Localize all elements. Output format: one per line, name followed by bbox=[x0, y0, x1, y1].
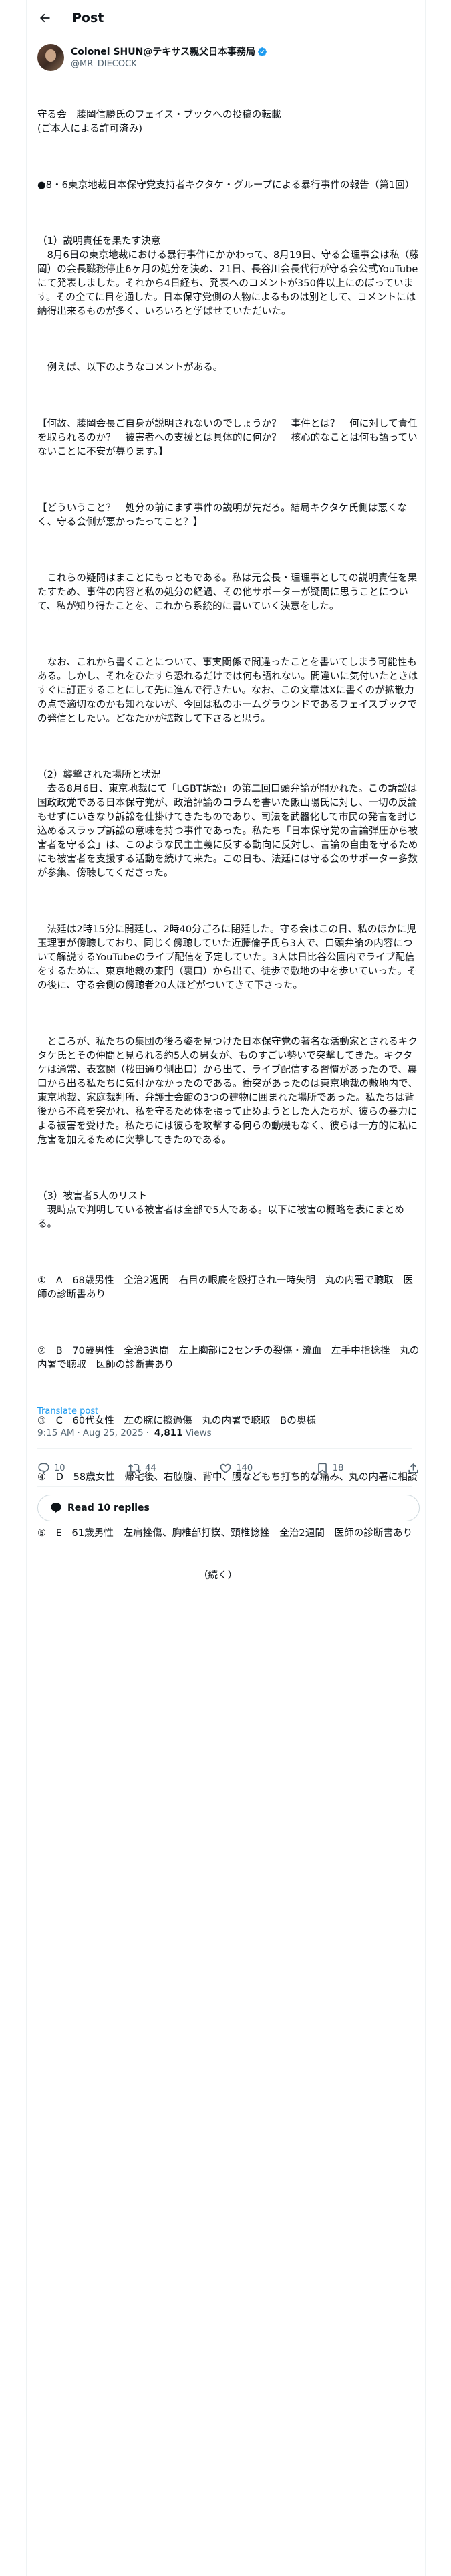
bookmark-count: 18 bbox=[332, 1463, 344, 1473]
post-paragraph: これらの疑問はまことにもっともである。私は元会長・理理事としての説明責任を果たす… bbox=[37, 573, 418, 612]
post-paragraph: 【どういうこと？ 処分の前にまず事件の説明が先だろ。結局キクタケ氏側は悪くなく、… bbox=[37, 503, 408, 528]
post-meta: 9:15 AM · Aug 25, 2025 · 4,811 Views bbox=[37, 1428, 212, 1438]
post-paragraph: 例えば、以下のようなコメントがある。 bbox=[37, 362, 223, 373]
translate-post-link[interactable]: Translate post bbox=[37, 1406, 98, 1416]
bookmark-icon bbox=[317, 1463, 327, 1474]
meta-separator: · bbox=[146, 1428, 149, 1438]
victim-list-item: ⑤ E 61歳男性 左肩挫傷、胸椎部打撲、頸椎捻挫 全治2週間 医師の診断書あり bbox=[37, 1528, 413, 1539]
divider bbox=[37, 1486, 412, 1487]
like-count: 140 bbox=[236, 1463, 253, 1473]
heart-icon bbox=[220, 1463, 231, 1473]
author-text: Colonel SHUN@テキサス親父日本事務局 @MR_DIECOCK bbox=[71, 46, 267, 70]
column-border-left bbox=[26, 0, 27, 2576]
column-border-right bbox=[425, 0, 426, 2576]
share-icon bbox=[408, 1463, 418, 1473]
repost-count: 44 bbox=[145, 1463, 156, 1473]
victim-list-item: ③ C 60代女性 左の腕に擦過傷 丸の内署で聴取 Bの奥様 bbox=[37, 1416, 317, 1426]
repost-icon bbox=[128, 1463, 142, 1473]
repost-button[interactable]: 44 bbox=[128, 1462, 156, 1475]
page: Post Colonel SHUN@テキサス親父日本事務局 @MR_DIECOC… bbox=[0, 0, 451, 2576]
arrow-left-icon bbox=[39, 13, 50, 22]
reply-icon bbox=[38, 1463, 49, 1473]
author-handle[interactable]: @MR_DIECOCK bbox=[71, 58, 267, 70]
meta-separator: · bbox=[77, 1428, 80, 1438]
share-button[interactable] bbox=[407, 1462, 420, 1475]
post-paragraph: （2）襲撃された場所と状況 去る8月6日、東京地裁にて「LGBT訴訟」の第二回口… bbox=[37, 770, 418, 879]
views-label: Views bbox=[185, 1428, 212, 1438]
continued-note: （続く） bbox=[37, 1570, 238, 1581]
display-name[interactable]: Colonel SHUN@テキサス親父日本事務局 bbox=[71, 46, 255, 58]
post-paragraph: ●8・6東京地裁日本保守党支持者キクタケ・グループによる暴行事件の報告（第1回） bbox=[37, 180, 415, 191]
page-title: Post bbox=[72, 10, 104, 25]
display-name-row: Colonel SHUN@テキサス親父日本事務局 bbox=[71, 46, 267, 58]
read-replies-label: Read 10 replies bbox=[67, 1503, 150, 1513]
read-replies-button[interactable]: Read 10 replies bbox=[37, 1495, 420, 1521]
post-date[interactable]: Aug 25, 2025 bbox=[83, 1428, 144, 1438]
victim-list-item: ① A 68歳男性 全治2週間 右目の眼底を殴打され一時失明 丸の内署で聴取 医… bbox=[37, 1275, 414, 1300]
victim-list-item: ② B 70歳男性 全治3週間 左上胸部に2センチの裂傷・流血 左手中指捻挫 丸… bbox=[37, 1346, 420, 1370]
avatar[interactable] bbox=[37, 44, 64, 71]
post-author: Colonel SHUN@テキサス親父日本事務局 @MR_DIECOCK bbox=[37, 43, 412, 72]
post-text: 守る会 藤岡信勝氏のフェイス・ブックへの投稿の転載 (ご本人による許可済み) ●… bbox=[37, 80, 420, 1611]
post-paragraph: ところが、私たちの集団の後ろ姿を見つけた日本保守党の著名な活動家とされるキクタケ… bbox=[37, 1037, 418, 1146]
reply-count: 10 bbox=[54, 1463, 65, 1473]
like-button[interactable]: 140 bbox=[219, 1462, 253, 1475]
post-paragraph: 守る会 藤岡信勝氏のフェイス・ブックへの投稿の転載 (ご本人による許可済み) bbox=[37, 110, 281, 134]
back-button[interactable] bbox=[33, 7, 56, 29]
chat-bubble-icon bbox=[50, 1502, 62, 1514]
post-time[interactable]: 9:15 AM bbox=[37, 1428, 75, 1438]
post-paragraph: 法廷は2時15分に開廷し、2時40分ごろに閉廷した。守る会はこの日、私のほかに児… bbox=[37, 924, 417, 991]
action-bar: 10 44 140 18 bbox=[37, 1455, 420, 1481]
views-count: 4,811 bbox=[154, 1428, 183, 1438]
bookmark-button[interactable]: 18 bbox=[316, 1462, 344, 1475]
verified-badge-icon bbox=[257, 47, 267, 57]
header-bar: Post bbox=[27, 0, 425, 35]
post-paragraph: （1）説明責任を果たす決意 8月6日の東京地裁における暴行事件にかかわって、8月… bbox=[37, 236, 419, 317]
post-paragraph: なお、これから書くことについて、事実関係で間違ったことを書いてしまう可能性もある… bbox=[37, 657, 418, 724]
divider bbox=[37, 1448, 412, 1449]
reply-button[interactable]: 10 bbox=[37, 1462, 65, 1475]
post-paragraph: （3）被害者5人のリスト 現時点で判明している被害者は全部で5人である。以下に被… bbox=[37, 1191, 404, 1230]
post-paragraph: 【何故、藤岡会長ご自身が説明されないのでしょうか？ 事件とは？ 何に対して責任を… bbox=[37, 419, 418, 457]
